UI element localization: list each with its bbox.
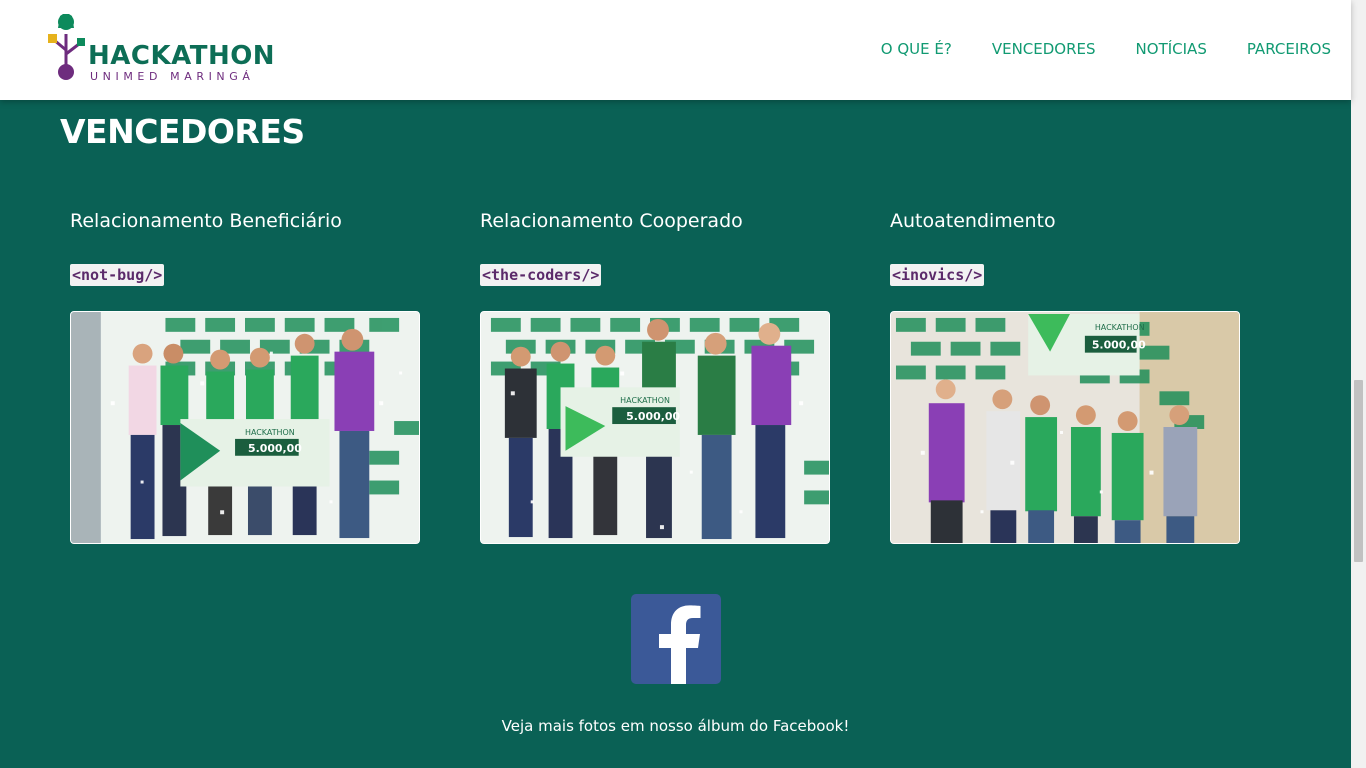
facebook-link[interactable] — [631, 594, 721, 684]
sign-text: HACKATHON — [245, 428, 295, 437]
team-name: <inovics/> — [890, 264, 985, 286]
nav-link-vencedores[interactable]: VENCEDORES — [992, 40, 1096, 58]
nav-link-noticias[interactable]: NOTÍCIAS — [1136, 40, 1207, 58]
category-title: Relacionamento Beneficiário — [70, 210, 342, 232]
page-scrollbar[interactable] — [1351, 0, 1366, 768]
winner-card: Relacionamento Beneficiário <not-bug/> H… — [70, 210, 420, 544]
scrollbar-thumb[interactable] — [1354, 380, 1363, 562]
team-name: <the-coders/> — [480, 264, 602, 286]
logo-subtitle: UNIMED MARINGÁ — [90, 70, 255, 83]
category-title: Autoatendimento — [890, 210, 1056, 232]
logo-tree-icon — [48, 14, 85, 80]
page-title: VENCEDORES — [60, 112, 305, 151]
winner-photo[interactable]: HACKATHON 5.000,00 — [480, 311, 830, 544]
prize-amount: 5.000,00 — [626, 410, 680, 423]
winner-card: Relacionamento Cooperado <the-coders/> H… — [480, 210, 830, 544]
sign-text: HACKATHON — [620, 396, 670, 405]
prize-amount: 5.000,00 — [1092, 339, 1146, 352]
nav-link-parceiros[interactable]: PARCEIROS — [1247, 40, 1331, 58]
main-nav: O QUE É? VENCEDORES NOTÍCIAS PARCEIROS — [881, 40, 1331, 58]
site-header: HACKATHON UNIMED MARINGÁ O QUE É? VENCED… — [0, 0, 1351, 100]
nav-link-o-que-e[interactable]: O QUE É? — [881, 40, 952, 58]
winner-card: Autoatendimento <inovics/> HACKATHON 5.0… — [890, 210, 1240, 544]
winner-photo[interactable]: HACKATHON 5.000,00 — [70, 311, 420, 544]
hackathon-logo[interactable]: HACKATHON UNIMED MARINGÁ — [44, 14, 284, 84]
winner-photo[interactable]: HACKATHON 5.000,00 — [890, 311, 1240, 544]
category-title: Relacionamento Cooperado — [480, 210, 743, 232]
sign-text: HACKATHON — [1095, 323, 1145, 332]
team-name: <not-bug/> — [70, 264, 165, 286]
facebook-caption: Veja mais fotos em nosso álbum do Facebo… — [501, 717, 850, 735]
prize-amount: 5.000,00 — [248, 442, 302, 455]
logo-title: HACKATHON — [88, 41, 276, 71]
facebook-icon — [659, 605, 701, 684]
